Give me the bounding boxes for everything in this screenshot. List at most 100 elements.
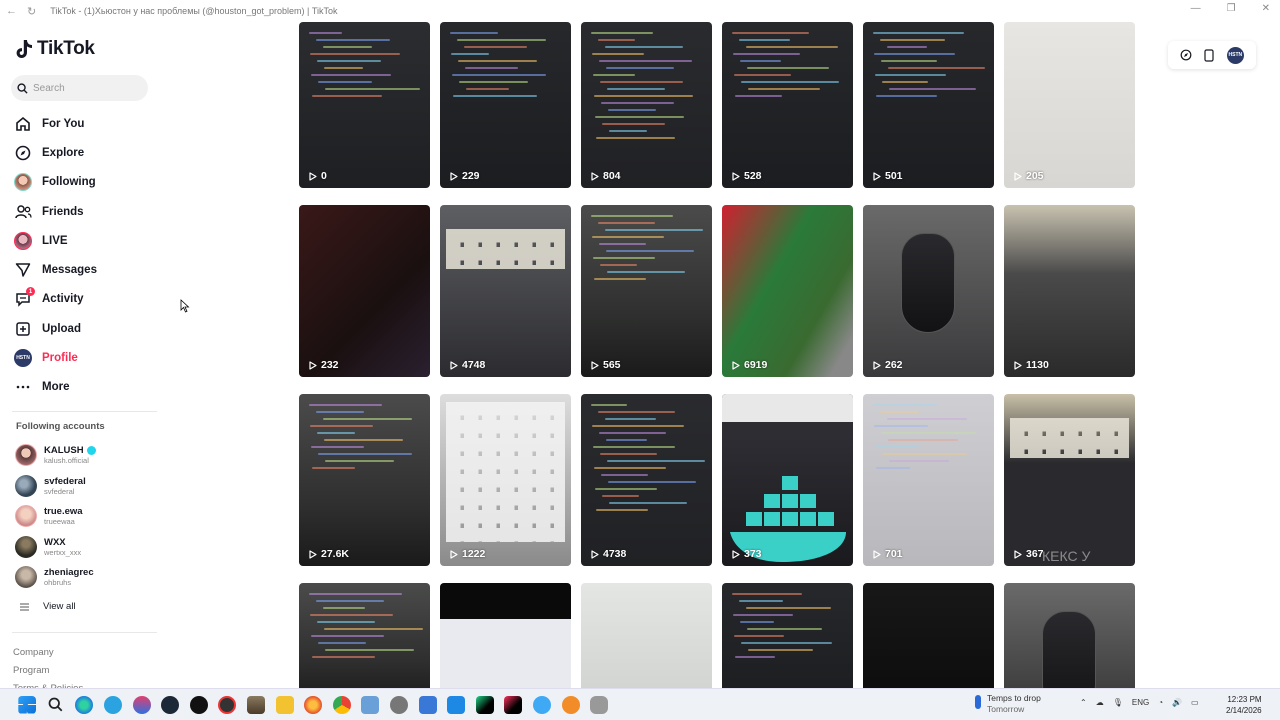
- view-all-link[interactable]: View all: [20, 601, 76, 612]
- video-tile[interactable]: 373: [722, 394, 853, 566]
- video-tile[interactable]: [722, 583, 853, 688]
- video-tile[interactable]: 4748: [440, 205, 571, 377]
- system-tray: ⌃ ☁ 🎙 ENG ◔ 🔊 ▭: [1080, 698, 1199, 707]
- weather-widget[interactable]: Temps to drop Tomorrow: [975, 693, 1041, 715]
- app-icon[interactable]: [561, 695, 580, 714]
- video-tile[interactable]: 0: [299, 22, 430, 188]
- video-tile[interactable]: 528: [722, 22, 853, 188]
- nav-label: Profile: [42, 352, 78, 365]
- video-tile[interactable]: [299, 583, 430, 688]
- tiktok-logo[interactable]: TikTok: [16, 38, 95, 60]
- video-tile[interactable]: 804: [581, 22, 712, 188]
- view-count: 205: [1014, 170, 1044, 182]
- video-tile[interactable]: [1004, 583, 1135, 688]
- headset-icon[interactable]: [132, 695, 151, 714]
- settings-icon[interactable]: [390, 695, 409, 714]
- pycharm-icon[interactable]: [475, 695, 494, 714]
- play-icon: [450, 171, 458, 181]
- vscode-icon[interactable]: [447, 695, 466, 714]
- wifi-icon[interactable]: ◔: [1158, 698, 1163, 707]
- chevron-up-icon[interactable]: ⌃: [1080, 698, 1087, 707]
- nav-for-you[interactable]: For You: [14, 109, 97, 138]
- video-tile[interactable]: [863, 583, 994, 688]
- view-count-label: 205: [1026, 170, 1044, 182]
- back-icon[interactable]: ←: [6, 5, 17, 18]
- following-avatar-icon: [14, 173, 32, 192]
- app-icon[interactable]: [532, 695, 551, 714]
- video-tile[interactable]: КЕКС У 367: [1004, 394, 1135, 566]
- clock[interactable]: 12:23 PM 2/14/2026: [1226, 694, 1262, 716]
- video-tile[interactable]: 701: [863, 394, 994, 566]
- account-item[interactable]: zheniagrec ohbruhs: [15, 562, 96, 593]
- phone-icon[interactable]: [1204, 48, 1215, 62]
- folder-icon[interactable]: [275, 695, 294, 714]
- video-tile[interactable]: [440, 583, 571, 688]
- telegram-icon[interactable]: [104, 695, 123, 714]
- database-icon[interactable]: [590, 695, 609, 714]
- video-tile[interactable]: 1130: [1004, 205, 1135, 377]
- nav-live[interactable]: LIVE: [14, 226, 97, 255]
- nav-messages[interactable]: Messages: [14, 255, 97, 284]
- app-icon[interactable]: [418, 695, 437, 714]
- play-icon: [309, 360, 317, 370]
- account-item[interactable]: WXX wertxx_xxx: [15, 532, 96, 563]
- network-icon[interactable]: ☁: [1096, 698, 1104, 707]
- tiktok-taskbar-icon[interactable]: [189, 695, 208, 714]
- video-tile[interactable]: [581, 583, 712, 688]
- video-tile[interactable]: 501: [863, 22, 994, 188]
- chat-app-icon[interactable]: [218, 695, 237, 714]
- keyboard-shape: [1010, 418, 1129, 458]
- view-count: 367: [1014, 548, 1044, 560]
- close-icon[interactable]: ✕: [1262, 3, 1270, 14]
- steam-icon[interactable]: [161, 695, 180, 714]
- video-tile[interactable]: 6919: [722, 205, 853, 377]
- video-tile[interactable]: 4738: [581, 394, 712, 566]
- language-indicator[interactable]: ENG: [1132, 698, 1149, 707]
- nav-more[interactable]: More: [14, 373, 97, 402]
- microphone-icon[interactable]: 🎙: [1113, 698, 1123, 707]
- nav-activity[interactable]: 1 Activity: [14, 285, 97, 314]
- nav-friends[interactable]: Friends: [14, 197, 97, 226]
- account-item[interactable]: true.ewa trueewaa: [15, 501, 96, 532]
- chrome-icon[interactable]: [332, 695, 351, 714]
- firefox-icon[interactable]: [304, 695, 323, 714]
- edge-icon[interactable]: [75, 695, 94, 714]
- app-icon[interactable]: [361, 695, 380, 714]
- video-tile[interactable]: 1222: [440, 394, 571, 566]
- nav-following[interactable]: Following: [14, 168, 97, 197]
- nav-upload[interactable]: Upload: [14, 314, 97, 343]
- account-item[interactable]: svfederal svfederal: [15, 471, 96, 502]
- profile-avatar-text: HSTN: [14, 349, 32, 368]
- minimize-icon[interactable]: —: [1191, 3, 1201, 14]
- search-input[interactable]: Search: [11, 75, 148, 101]
- search-taskbar-icon[interactable]: [47, 696, 65, 714]
- reload-icon[interactable]: ↻: [27, 5, 36, 18]
- video-tile[interactable]: 232: [299, 205, 430, 377]
- video-tile[interactable]: 262: [863, 205, 994, 377]
- video-tile[interactable]: 565: [581, 205, 712, 377]
- start-icon[interactable]: [18, 695, 37, 714]
- compass-small-icon[interactable]: [1180, 49, 1192, 61]
- nav-explore[interactable]: Explore: [14, 138, 97, 167]
- user-avatar[interactable]: HSTN: [1226, 46, 1244, 64]
- footer-program-link[interactable]: Program: [13, 662, 83, 680]
- docker-whale-icon: [722, 394, 853, 562]
- intellij-icon[interactable]: [504, 695, 523, 714]
- nav-label: For You: [42, 117, 85, 130]
- restore-icon[interactable]: ❐: [1227, 3, 1236, 14]
- gimp-icon[interactable]: [247, 695, 266, 714]
- nav-label: Messages: [42, 264, 97, 277]
- video-tile[interactable]: 205: [1004, 22, 1135, 188]
- video-tile[interactable]: 229: [440, 22, 571, 188]
- video-grid: 0 229 804 528 501 205 232 4748 565 6919 262 1130 27.…: [299, 22, 1139, 688]
- video-tile[interactable]: 27.6K: [299, 394, 430, 566]
- play-icon: [309, 549, 317, 559]
- main-nav: For You Explore Following Friends LIVE M…: [14, 109, 97, 402]
- play-icon: [1014, 360, 1022, 370]
- footer-company-link[interactable]: Company: [13, 644, 83, 662]
- footer-terms-link[interactable]: Terms & Policies: [13, 680, 83, 688]
- volume-icon[interactable]: 🔊: [1172, 698, 1182, 707]
- battery-icon[interactable]: ▭: [1191, 698, 1199, 707]
- account-item[interactable]: KALUSH kalush.official: [15, 440, 96, 471]
- nav-profile[interactable]: HSTN Profile: [14, 343, 97, 372]
